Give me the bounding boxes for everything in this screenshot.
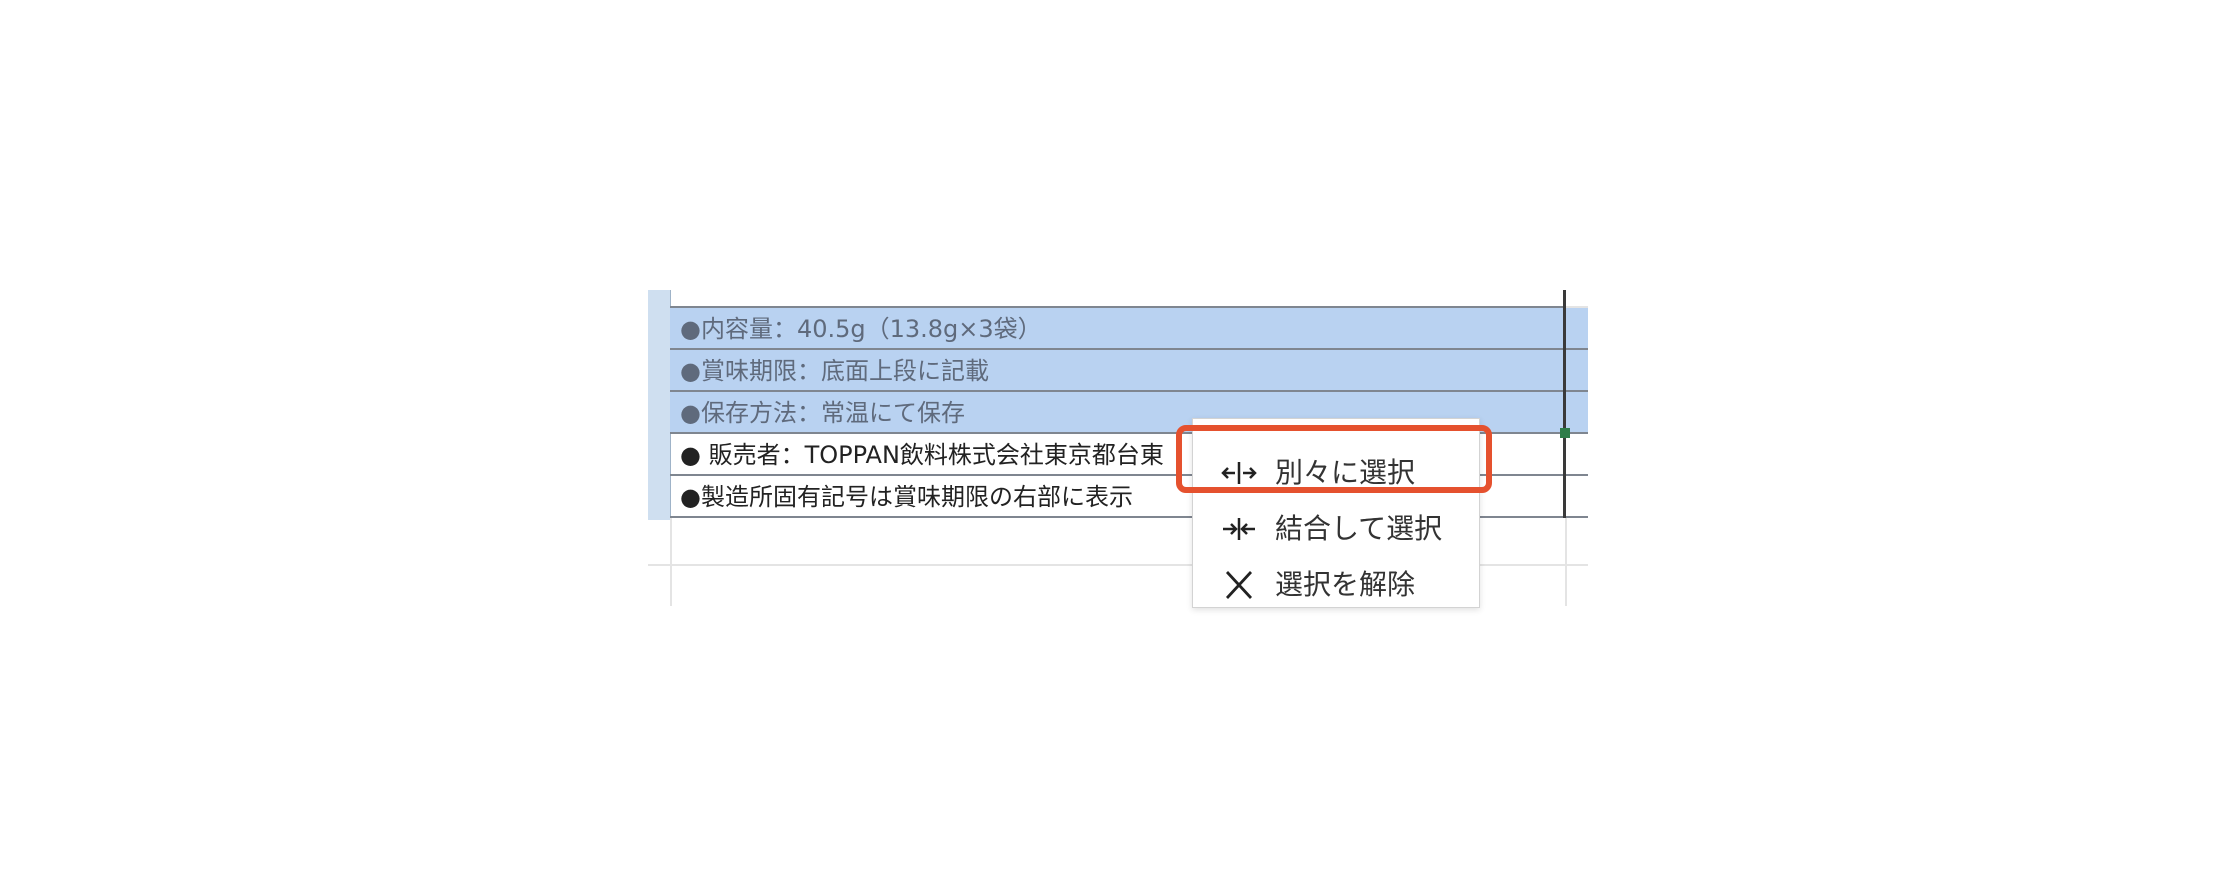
menu-item-select-merged[interactable]: 結合して選択 <box>1193 501 1479 557</box>
cell-text: ●内容量：40.5g（13.8g×3袋） <box>680 315 1042 343</box>
highlight-box <box>1176 425 1492 493</box>
merge-arrows-icon <box>1221 515 1257 543</box>
table-right-border <box>1563 290 1566 518</box>
row-header-strip[interactable] <box>648 290 671 520</box>
table-row[interactable]: ●賞味期限：底面上段に記載 <box>670 350 1588 392</box>
cell-text: ●保存方法：常温にて保存 <box>680 399 965 427</box>
cell-text: ● 販売者：TOPPAN飲料株式会社東京都台東 <box>680 441 1164 469</box>
cell-text: ●賞味期限：底面上段に記載 <box>680 357 989 385</box>
close-icon <box>1221 571 1257 599</box>
table-row[interactable]: ●内容量：40.5g（13.8g×3袋） <box>670 308 1588 350</box>
cell-text: ●製造所固有記号は賞味期限の右部に表示 <box>680 483 1133 511</box>
fill-handle[interactable] <box>1560 428 1570 438</box>
grid-line <box>1566 306 1588 308</box>
menu-item-label: 結合して選択 <box>1275 512 1443 545</box>
grid-line <box>1565 518 1567 606</box>
menu-item-label: 選択を解除 <box>1275 568 1416 601</box>
menu-item-deselect[interactable]: 選択を解除 <box>1193 557 1479 607</box>
grid-line <box>670 518 672 606</box>
